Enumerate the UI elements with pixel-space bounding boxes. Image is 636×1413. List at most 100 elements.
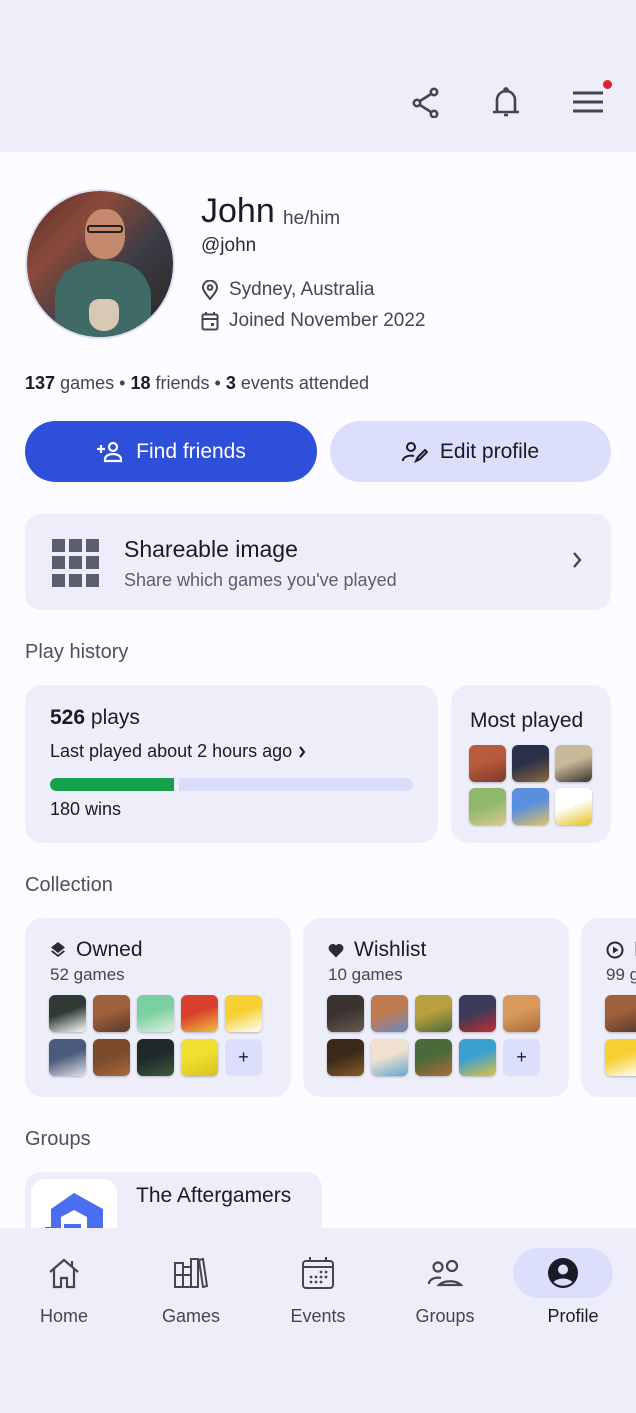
shareable-image-subtitle: Share which games you've played <box>124 570 397 590</box>
find-friends-button[interactable]: Find friends <box>25 421 317 482</box>
game-thumbnail[interactable] <box>605 1039 636 1076</box>
game-thumbnail[interactable] <box>181 1039 218 1076</box>
profile-joined: Joined November 2022 <box>201 310 425 332</box>
play-history-heading: Play history <box>25 641 129 663</box>
owned-thumbnails: + <box>49 995 262 1076</box>
menu-icon <box>573 91 603 113</box>
game-thumbnail[interactable] <box>371 1039 408 1076</box>
games-label: games <box>60 373 115 393</box>
shareable-image-title: Shareable image <box>124 536 298 562</box>
events-count: 3 <box>225 373 236 393</box>
most-played-title: Most played <box>470 709 584 732</box>
find-friends-label: Find friends <box>136 439 246 463</box>
most-played-thumbnails <box>469 745 592 825</box>
game-thumbnail[interactable] <box>327 995 364 1032</box>
bell-icon <box>493 87 519 117</box>
more-games-button[interactable]: + <box>503 1039 540 1076</box>
game-thumbnail[interactable] <box>503 995 540 1032</box>
wins-progress-fill <box>50 778 174 791</box>
game-thumbnail[interactable] <box>469 788 506 825</box>
plays-label: plays <box>90 706 140 729</box>
game-thumbnail[interactable] <box>371 995 408 1032</box>
game-thumbnail[interactable] <box>415 995 452 1032</box>
played-thumbnails <box>605 995 636 1076</box>
play-circle-icon <box>606 941 624 959</box>
stats-separator: • <box>214 373 221 393</box>
calendar-icon <box>302 1257 334 1289</box>
game-thumbnail[interactable] <box>181 995 218 1032</box>
books-icon <box>174 1257 209 1289</box>
menu-button[interactable] <box>568 82 608 122</box>
menu-notification-badge <box>603 80 612 89</box>
nav-profile-label: Profile <box>547 1306 599 1326</box>
events-label: events attended <box>240 373 369 393</box>
game-thumbnail[interactable] <box>225 995 262 1032</box>
plays-card[interactable]: 526 plays Last played about 2 hours ago … <box>25 685 438 843</box>
profile-stats: 137 games • 18 friends • 3 events attend… <box>25 373 369 394</box>
most-played-card[interactable]: Most played <box>451 685 611 843</box>
group-name: The Aftergamers <box>136 1184 292 1207</box>
wishlist-count: 10 games <box>328 965 403 984</box>
played-count: 99 games <box>606 965 636 984</box>
profile-handle: @john <box>201 235 257 256</box>
edit-person-icon <box>401 441 428 463</box>
nav-home[interactable]: Home <box>9 1248 119 1338</box>
collection-card-owned[interactable]: Owned 52 games + <box>25 918 291 1097</box>
layers-icon <box>51 942 65 957</box>
nav-games[interactable]: Games <box>136 1248 246 1338</box>
nav-games-label: Games <box>161 1306 221 1326</box>
chevron-right-icon <box>573 552 582 568</box>
game-thumbnail[interactable] <box>512 745 549 782</box>
game-thumbnail[interactable] <box>327 1039 364 1076</box>
more-games-button[interactable]: + <box>225 1039 262 1076</box>
owned-count: 52 games <box>50 965 125 984</box>
game-thumbnail[interactable] <box>469 745 506 782</box>
game-thumbnail[interactable] <box>137 995 174 1032</box>
nav-groups[interactable]: Groups <box>390 1248 500 1338</box>
game-thumbnail[interactable] <box>49 995 86 1032</box>
wins-label: 180 wins <box>50 799 122 819</box>
last-played-text: Last played about 2 hours ago <box>50 741 293 761</box>
profile-location: Sydney, Australia <box>201 279 374 301</box>
avatar[interactable] <box>25 189 175 339</box>
game-thumbnail[interactable] <box>415 1039 452 1076</box>
last-played-link[interactable]: Last played about 2 hours ago <box>50 741 306 762</box>
game-thumbnail[interactable] <box>555 745 592 782</box>
game-thumbnail[interactable] <box>459 1039 496 1076</box>
heart-icon <box>328 943 344 957</box>
collection-card-wishlist[interactable]: Wishlist 10 games + <box>303 918 569 1097</box>
edit-profile-button[interactable]: Edit profile <box>330 421 611 482</box>
profile-pronouns: he/him <box>283 208 341 229</box>
nav-events-label: Events <box>290 1306 346 1326</box>
account-circle-icon <box>548 1258 578 1288</box>
calendar-icon <box>201 312 219 331</box>
add-person-icon <box>97 441 123 462</box>
game-thumbnail[interactable] <box>93 1039 130 1076</box>
game-thumbnail[interactable] <box>93 995 130 1032</box>
collection-card-title: Owned <box>50 938 143 962</box>
game-thumbnail[interactable] <box>459 995 496 1032</box>
owned-title: Owned <box>76 938 143 961</box>
game-thumbnail[interactable] <box>512 788 549 825</box>
stats-separator: • <box>119 373 126 393</box>
groups-heading: Groups <box>25 1128 91 1150</box>
grid-icon <box>52 539 100 587</box>
game-thumbnail[interactable] <box>605 995 636 1032</box>
joined-text: Joined November 2022 <box>229 310 426 331</box>
nav-events[interactable]: Events <box>263 1248 373 1338</box>
share-button[interactable] <box>406 82 446 122</box>
share-icon <box>412 87 439 118</box>
collection-card-played[interactable]: Played 99 games <box>581 918 636 1097</box>
groups-icon <box>427 1259 463 1287</box>
game-thumbnail[interactable] <box>49 1039 86 1076</box>
nav-profile[interactable]: Profile <box>513 1248 628 1338</box>
wishlist-title: Wishlist <box>354 938 427 961</box>
shareable-image-card[interactable]: Shareable image Share which games you've… <box>25 514 611 610</box>
bottom-navigation: Home Games Events Groups Profile <box>0 1228 636 1413</box>
edit-profile-label: Edit profile <box>439 439 540 463</box>
nav-groups-label: Groups <box>415 1306 475 1326</box>
game-thumbnail[interactable] <box>555 788 592 825</box>
plays-count: 526 plays <box>50 706 140 730</box>
notifications-button[interactable] <box>486 82 526 122</box>
game-thumbnail[interactable] <box>137 1039 174 1076</box>
